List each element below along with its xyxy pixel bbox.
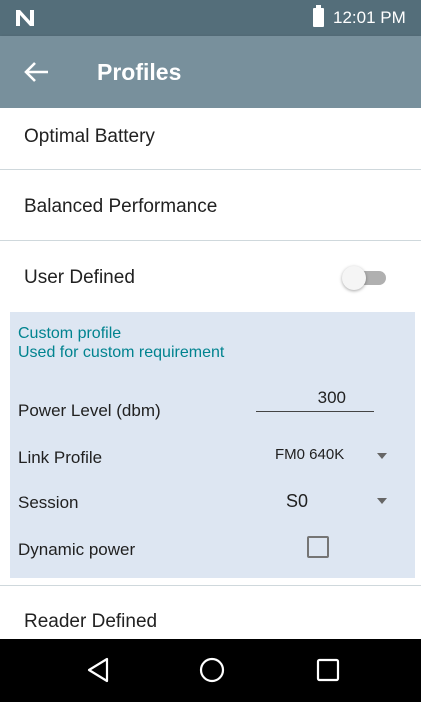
nav-recents-icon[interactable]	[313, 655, 343, 685]
profile-balanced-performance[interactable]: Balanced Performance	[0, 170, 421, 240]
arrow-back-icon[interactable]	[22, 58, 52, 86]
profile-reader-defined-label: Reader Defined	[24, 611, 158, 632]
profile-user-defined-label: User Defined	[24, 267, 135, 288]
custom-profile-title: Custom profile	[18, 325, 122, 342]
profile-optimal-battery-label: Optimal Battery	[24, 126, 155, 147]
n-logo-icon	[16, 10, 34, 26]
system-nav-bar	[0, 639, 421, 702]
session-dropdown[interactable]: S0	[256, 486, 396, 516]
toggle-thumb	[342, 266, 366, 290]
status-bar: 12:01 PM	[0, 0, 421, 36]
page-title: Profiles	[97, 59, 182, 85]
session-label: Session	[18, 493, 79, 512]
nav-back-icon[interactable]	[84, 655, 114, 685]
dynamic-power-label: Dynamic power	[18, 540, 136, 559]
status-time: 12:01 PM	[333, 8, 406, 27]
session-value: S0	[286, 491, 309, 511]
custom-profile-panel: Custom profile Used for custom requireme…	[10, 312, 415, 578]
profile-reader-defined[interactable]: Reader Defined	[0, 586, 421, 639]
battery-icon	[313, 5, 324, 27]
link-profile-value: FM0 640K	[275, 446, 345, 463]
custom-profile-subtitle: Used for custom requirement	[18, 344, 225, 361]
link-profile-label: Link Profile	[18, 448, 103, 467]
power-level-label: Power Level (dbm)	[18, 401, 161, 420]
nav-home-icon[interactable]	[197, 655, 227, 685]
profile-optimal-battery[interactable]: Optimal Battery	[0, 108, 421, 169]
profile-balanced-performance-label: Balanced Performance	[24, 196, 218, 217]
power-level-value: 300	[317, 388, 346, 407]
dynamic-power-checkbox[interactable]	[307, 536, 329, 558]
dropdown-arrow-icon	[377, 498, 387, 504]
app-bar: Profiles	[0, 36, 421, 108]
link-profile-dropdown[interactable]: FM0 640K	[256, 441, 396, 471]
dropdown-arrow-icon	[377, 453, 387, 459]
user-defined-toggle[interactable]	[342, 265, 388, 291]
power-level-input[interactable]: 300	[256, 385, 374, 412]
